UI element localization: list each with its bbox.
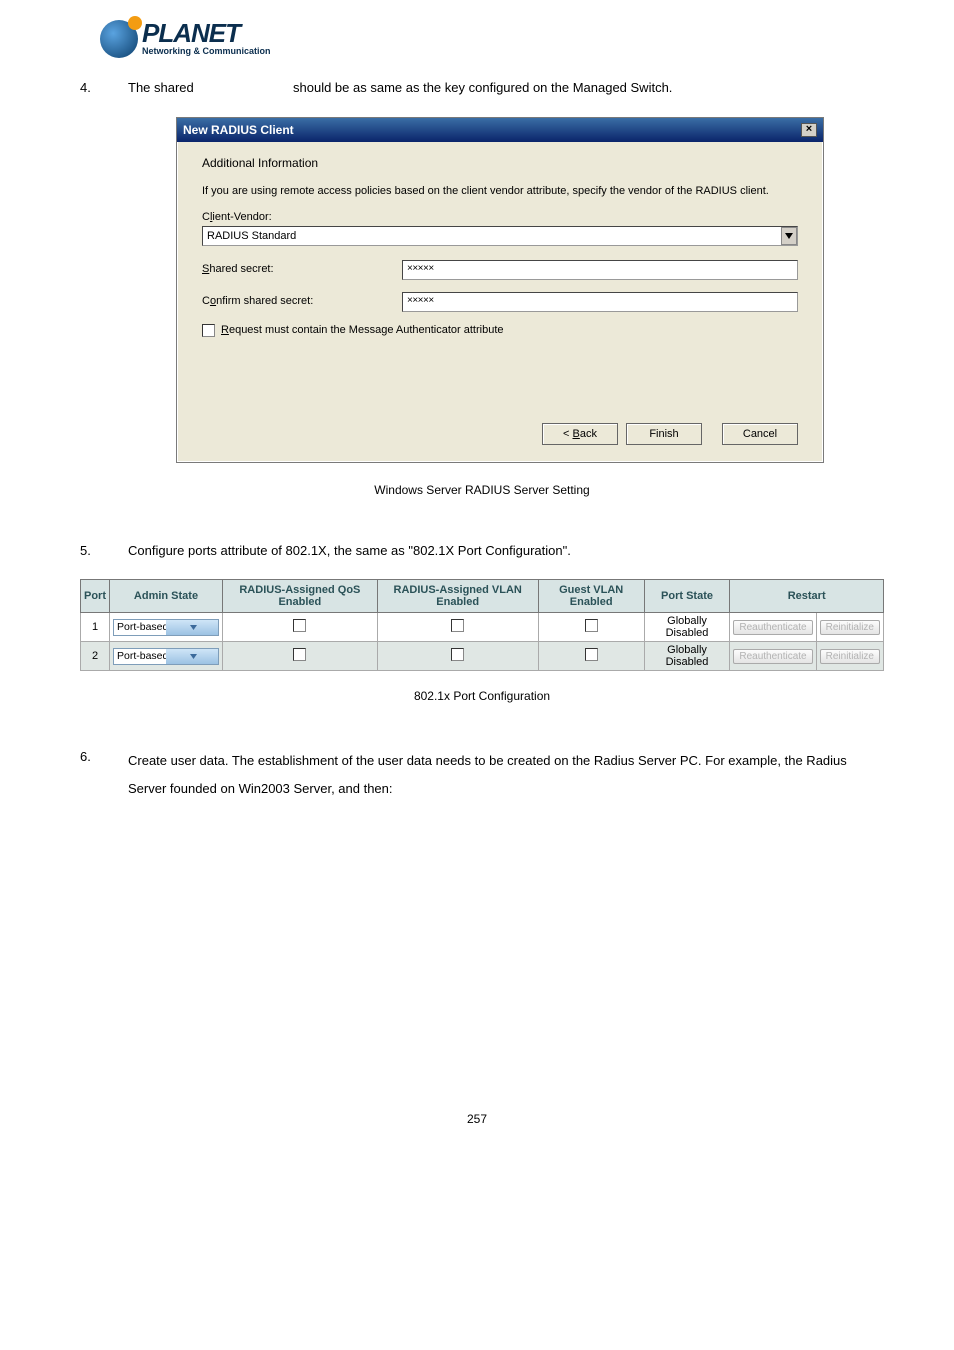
- dialog-description: If you are using remote access policies …: [202, 184, 798, 199]
- authenticator-checkbox[interactable]: [202, 324, 215, 337]
- admin-state-value: Port-based 802.1X: [114, 650, 166, 662]
- step-5: 5. Configure ports attribute of 802.1X, …: [80, 541, 884, 562]
- reinitialize-button[interactable]: Reinitialize: [820, 649, 880, 664]
- chevron-down-icon[interactable]: [781, 227, 797, 245]
- step-text: Create user data. The establishment of t…: [128, 747, 884, 802]
- step4-text-b: should be as same as the key configured …: [293, 80, 672, 95]
- new-radius-client-dialog: New RADIUS Client × Additional Informati…: [176, 117, 824, 463]
- th-guest: Guest VLAN Enabled: [538, 580, 644, 613]
- vlan-checkbox[interactable]: [451, 648, 464, 661]
- client-vendor-value: RADIUS Standard: [207, 230, 296, 242]
- logo-text: PLANET: [142, 22, 271, 45]
- cell-port: 1: [81, 613, 110, 642]
- reinitialize-button[interactable]: Reinitialize: [820, 620, 880, 635]
- guest-checkbox[interactable]: [585, 648, 598, 661]
- table-row: 1 Port-based 802.1X Globally Disabled Re…: [81, 613, 884, 642]
- th-qos: RADIUS-Assigned QoS Enabled: [223, 580, 378, 613]
- brand-logo: PLANET Networking & Communication: [100, 20, 914, 58]
- cancel-button[interactable]: Cancel: [722, 423, 798, 445]
- port-config-table: Port Admin State RADIUS-Assigned QoS Ena…: [80, 579, 884, 671]
- page-number: 257: [40, 1112, 914, 1126]
- cell-state: Globally Disabled: [644, 613, 730, 642]
- step-number: 5.: [80, 541, 128, 562]
- cell-state: Globally Disabled: [644, 642, 730, 671]
- dialog-section-title: Additional Information: [202, 156, 798, 170]
- confirm-secret-label: Confirm shared secret:: [202, 292, 402, 307]
- shared-secret-input[interactable]: ×××××: [402, 260, 798, 280]
- confirm-secret-input[interactable]: ×××××: [402, 292, 798, 312]
- th-port: Port: [81, 580, 110, 613]
- admin-state-select[interactable]: Port-based 802.1X: [113, 648, 219, 665]
- figure-caption-1: Windows Server RADIUS Server Setting: [80, 483, 884, 497]
- qos-checkbox[interactable]: [293, 648, 306, 661]
- finish-button[interactable]: Finish: [626, 423, 702, 445]
- client-vendor-label: Client-Vendor:: [202, 211, 798, 223]
- th-admin: Admin State: [110, 580, 223, 613]
- close-icon[interactable]: ×: [801, 123, 817, 137]
- step-number: 6.: [80, 747, 128, 802]
- figure-caption-2: 802.1x Port Configuration: [80, 689, 884, 703]
- client-vendor-select[interactable]: RADIUS Standard: [202, 226, 798, 246]
- authenticator-checkbox-label: Request must contain the Message Authent…: [221, 324, 504, 336]
- th-restart: Restart: [730, 580, 884, 613]
- admin-state-select[interactable]: Port-based 802.1X: [113, 619, 219, 636]
- step-4: 4. The shared should be as same as the k…: [80, 78, 884, 99]
- step-text: The shared should be as same as the key …: [128, 78, 884, 99]
- step4-text-a: The shared: [128, 80, 194, 95]
- qos-checkbox[interactable]: [293, 619, 306, 632]
- step-6: 6. Create user data. The establishment o…: [80, 747, 884, 802]
- reauthenticate-button[interactable]: Reauthenticate: [733, 649, 812, 664]
- table-row: 2 Port-based 802.1X Globally Disabled Re…: [81, 642, 884, 671]
- step-number: 4.: [80, 78, 128, 99]
- vlan-checkbox[interactable]: [451, 619, 464, 632]
- shared-secret-label: Shared secret:: [202, 260, 402, 275]
- admin-state-value: Port-based 802.1X: [114, 621, 166, 633]
- step-text: Configure ports attribute of 802.1X, the…: [128, 541, 884, 562]
- dialog-title-text: New RADIUS Client: [183, 123, 294, 137]
- th-state: Port State: [644, 580, 730, 613]
- globe-icon: [100, 20, 138, 58]
- reauthenticate-button[interactable]: Reauthenticate: [733, 620, 812, 635]
- guest-checkbox[interactable]: [585, 619, 598, 632]
- chevron-down-icon[interactable]: [166, 649, 218, 664]
- logo-tagline: Networking & Communication: [142, 46, 271, 56]
- cell-port: 2: [81, 642, 110, 671]
- chevron-down-icon[interactable]: [166, 620, 218, 635]
- th-vlan: RADIUS-Assigned VLAN Enabled: [377, 580, 538, 613]
- dialog-titlebar: New RADIUS Client ×: [177, 118, 823, 142]
- back-button[interactable]: < Back: [542, 423, 618, 445]
